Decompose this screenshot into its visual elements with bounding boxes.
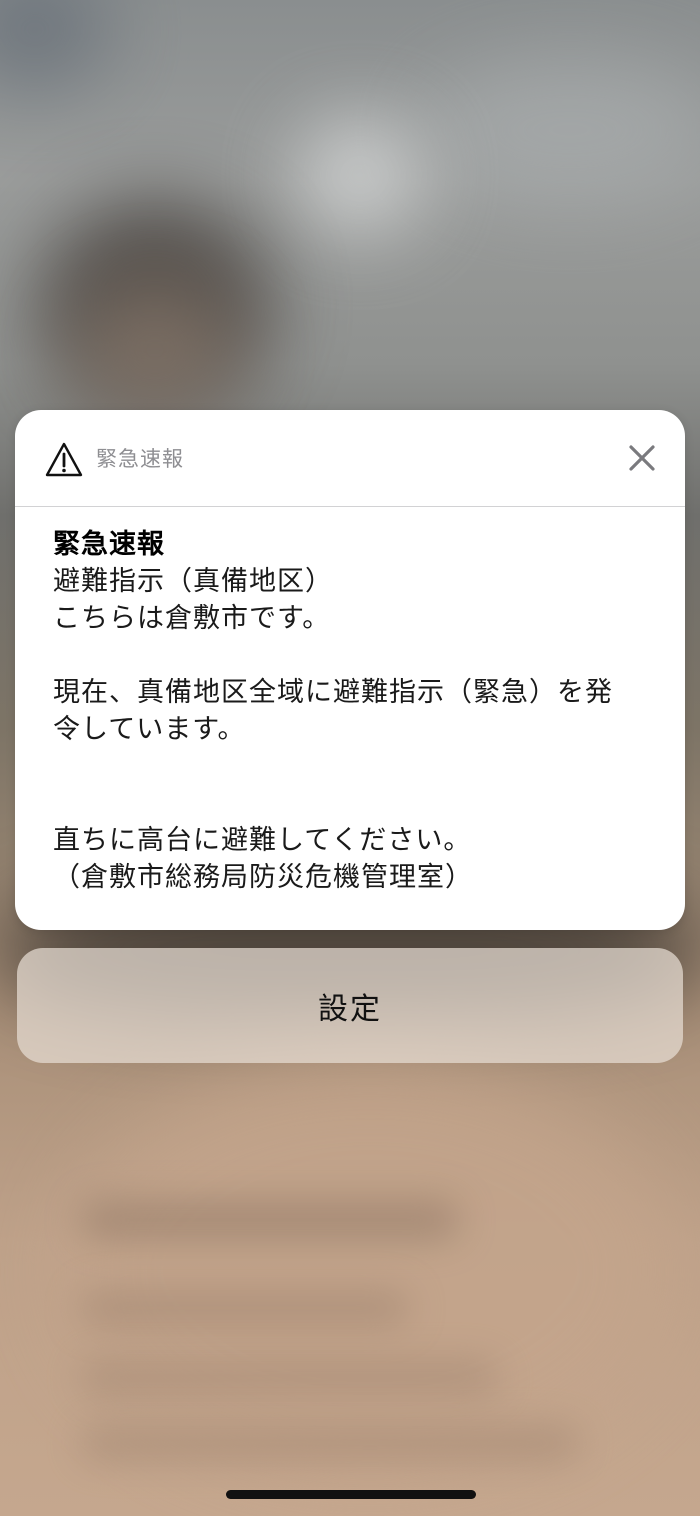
- background-blur: [80, 1290, 410, 1326]
- lock-screen: 緊急速報 緊急速報 避難指示（真備地区） こちらは倉敷市です。 現在、真備地区全…: [0, 0, 700, 1516]
- settings-button[interactable]: 設定: [17, 948, 683, 1063]
- background-blur: [60, 1060, 680, 1480]
- notification-app-name: 緊急速報: [96, 447, 184, 471]
- close-icon[interactable]: [627, 443, 657, 473]
- emergency-alert-notification[interactable]: 緊急速報 緊急速報 避難指示（真備地区） こちらは倉敷市です。 現在、真備地区全…: [15, 410, 685, 930]
- notification-title: 緊急速報: [53, 529, 165, 560]
- notification-message: 避難指示（真備地区） こちらは倉敷市です。 現在、真備地区全域に避難指示（緊急）…: [53, 566, 613, 893]
- background-blur: [80, 1200, 460, 1240]
- background-blur: [420, 60, 700, 200]
- background-blur: [70, 280, 240, 420]
- warning-triangle-icon: [45, 442, 83, 477]
- background-blur: [0, 0, 110, 90]
- home-indicator[interactable]: [226, 1490, 476, 1499]
- background-blur: [300, 120, 420, 230]
- background-blur: [80, 1425, 580, 1461]
- settings-button-label: 設定: [318, 991, 382, 1027]
- notification-body: 緊急速報 避難指示（真備地区） こちらは倉敷市です。 現在、真備地区全域に避難指…: [53, 526, 663, 896]
- background-blur: [80, 1360, 500, 1396]
- notification-header: 緊急速報: [15, 410, 685, 507]
